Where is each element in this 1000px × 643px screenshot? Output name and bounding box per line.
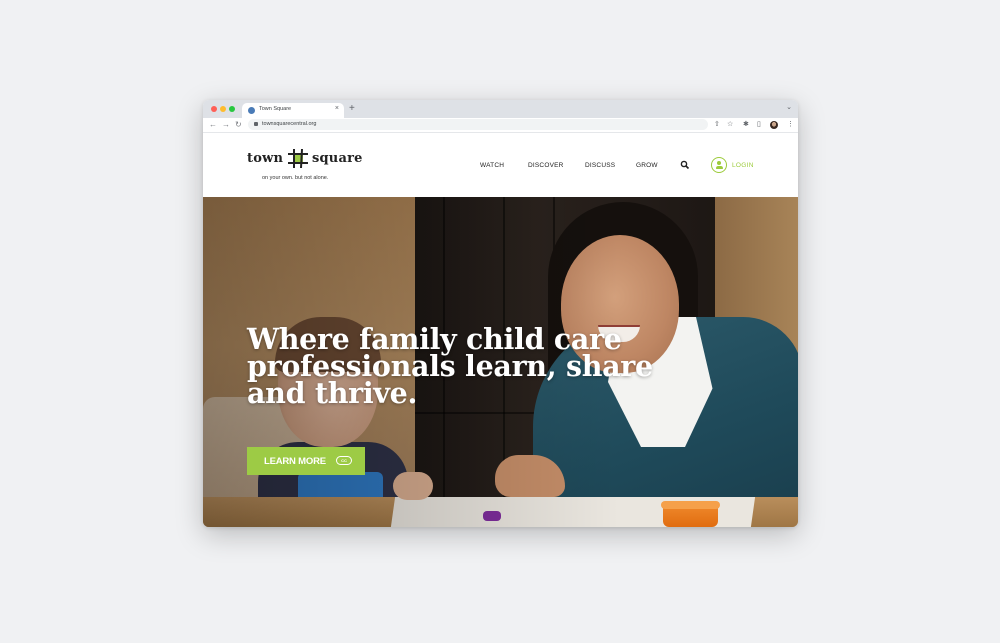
- hero-headline-line: and thrive.: [247, 376, 418, 410]
- tab-strip: Town Square × + ⌄: [203, 100, 798, 118]
- browser-menu-icon[interactable]: ⋮: [787, 119, 794, 131]
- nav-watch[interactable]: WATCH: [480, 162, 504, 169]
- bookmark-star-icon[interactable]: ☆: [727, 119, 733, 131]
- logo-grid-mark-icon: [288, 149, 308, 169]
- hero-section: Where family child care professionals le…: [203, 197, 798, 527]
- reload-icon[interactable]: ↻: [235, 119, 242, 131]
- logo-word-square: square: [312, 151, 363, 166]
- nav-discuss[interactable]: DISCUSS: [585, 162, 615, 169]
- browser-window: Town Square × + ⌄ ← → ↻ townsquarecentra…: [203, 100, 798, 527]
- address-bar[interactable]: townsquarecentral.org: [248, 119, 708, 130]
- profile-avatar[interactable]: [770, 121, 778, 129]
- lock-icon: [254, 122, 258, 126]
- user-circle-icon: [711, 157, 727, 173]
- side-panel-icon[interactable]: ▯: [757, 119, 761, 131]
- learn-more-label: LEARN MORE: [264, 456, 326, 467]
- nav-discover[interactable]: DISCOVER: [528, 162, 564, 169]
- logo-word-town: town: [247, 151, 284, 166]
- nav-grow[interactable]: GROW: [636, 162, 658, 169]
- logo-tagline: on your own. but not alone.: [262, 175, 329, 181]
- closed-captions-icon: CC: [336, 456, 352, 465]
- close-tab-icon[interactable]: ×: [335, 105, 339, 112]
- back-icon[interactable]: ←: [209, 119, 217, 131]
- learn-more-button[interactable]: LEARN MORE CC: [247, 447, 365, 475]
- new-tab-button[interactable]: +: [349, 102, 355, 116]
- town-square-logo[interactable]: town square on your own. but not alone.: [247, 147, 367, 183]
- globe-favicon-icon: [248, 107, 255, 114]
- browser-toolbar: ← → ↻ townsquarecentral.org ⇧ ☆ ✱ ▯ ⋮: [203, 118, 798, 133]
- minimize-window-button[interactable]: [220, 106, 226, 112]
- browser-tab[interactable]: Town Square ×: [242, 103, 344, 118]
- close-window-button[interactable]: [211, 106, 217, 112]
- tab-title: Town Square: [259, 106, 292, 112]
- search-icon[interactable]: [680, 160, 690, 170]
- chevron-down-icon[interactable]: ⌄: [786, 103, 792, 111]
- login-label: LOGIN: [732, 162, 754, 169]
- hero-headline: Where family child care professionals le…: [247, 325, 667, 410]
- share-icon[interactable]: ⇧: [714, 119, 720, 131]
- url-text[interactable]: townsquarecentral.org: [262, 120, 316, 129]
- extensions-icon[interactable]: ✱: [743, 119, 749, 131]
- maximize-window-button[interactable]: [229, 106, 235, 112]
- site-header: town square on your own. but not alone. …: [203, 133, 798, 197]
- forward-icon[interactable]: →: [222, 119, 230, 131]
